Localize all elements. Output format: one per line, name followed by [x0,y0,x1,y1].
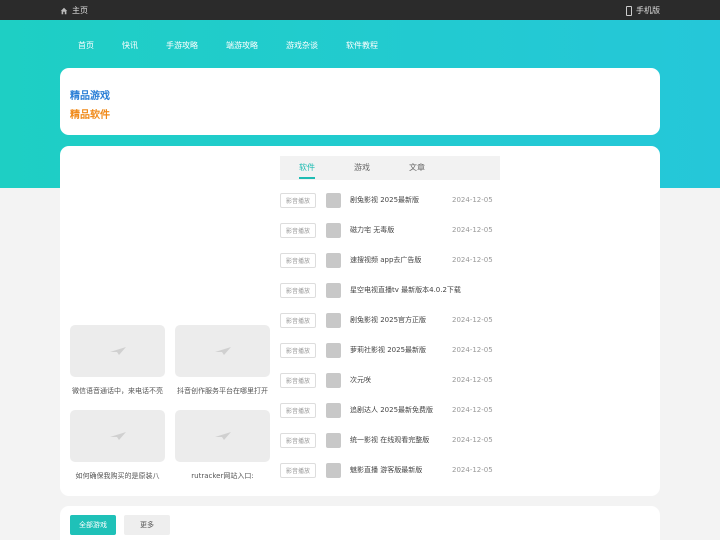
all-games-button[interactable]: 全部游戏 [70,515,116,535]
thumb-image [175,325,270,377]
list-item[interactable]: 影音播放 追剧达人 2025最新免费版 2024-12-05 [280,402,500,418]
category-games-link[interactable]: 精品游戏 [70,87,110,102]
nav-pc-guides[interactable]: 端游攻略 [226,38,258,53]
nav-game-talk[interactable]: 游戏杂谈 [286,38,318,53]
thumb-caption: 抖音创作服务平台在哪里打开 [177,387,268,395]
category-badge[interactable]: 影音播放 [280,222,316,238]
item-title[interactable]: 剧兔影视 2025官方正版 [350,315,450,325]
category-badge[interactable]: 影音播放 [280,312,316,328]
item-title[interactable]: 萝莉社影视 2025最新版 [350,345,450,355]
app-icon [326,312,341,328]
more-button[interactable]: 更多 [124,515,170,535]
nav-software-tutorials[interactable]: 软件教程 [346,38,378,53]
category-card: 精品游戏 精品软件 [60,68,660,135]
app-icon [326,432,341,448]
item-date: 2024-12-05 [452,436,493,444]
tab-software[interactable]: 软件 [299,162,315,173]
category-badge[interactable]: 影音播放 [280,462,316,478]
item-date: 2024-12-05 [452,256,493,264]
tab-articles[interactable]: 文章 [409,162,425,173]
item-title[interactable]: 磁力宅 无毒版 [350,225,450,235]
list-item[interactable]: 影音播放 萝莉社影视 2025最新版 2024-12-05 [280,342,500,358]
item-date: 2024-12-05 [452,376,493,384]
nav-news[interactable]: 快讯 [122,38,138,53]
category-badge[interactable]: 影音播放 [280,342,316,358]
item-date: 2024-12-05 [452,466,493,474]
top-bar: 主页 手机版 [0,0,720,20]
app-icon [326,222,341,238]
item-date: 2024-12-05 [452,196,493,204]
category-badge[interactable]: 影音播放 [280,282,316,298]
app-icon [326,342,341,358]
nav-mobile-guides[interactable]: 手游攻略 [166,38,198,53]
thumb-image [70,410,165,462]
placeholder-plane-icon [214,347,231,355]
list-item[interactable]: 影音播放 魅影直播 游客版最新版 2024-12-05 [280,462,500,478]
list-item[interactable]: 影音播放 次元咲 2024-12-05 [280,372,500,388]
item-date: 2024-12-05 [452,316,493,324]
nav-home[interactable]: 首页 [78,38,94,53]
thumb-caption: 微信语音通话中，来电话不亮 [72,387,163,395]
app-icon [326,252,341,268]
list-item[interactable]: 影音播放 磁力宅 无毒版 2024-12-05 [280,222,500,238]
category-badge[interactable]: 影音播放 [280,432,316,448]
thumb-item[interactable]: 如何确保我购买的是原装八 [70,410,165,481]
app-icon [326,462,341,478]
placeholder-plane-icon [109,432,126,440]
category-badge[interactable]: 影音播放 [280,252,316,268]
list-item[interactable]: 影音播放 星空电视直播tv 最新版本4.0.2下载 [280,282,500,298]
tab-games[interactable]: 游戏 [354,162,370,173]
item-title[interactable]: 魅影直播 游客版最新版 [350,465,450,475]
app-icon [326,282,341,298]
home-icon [60,7,68,14]
item-title[interactable]: 速搜视频 app去广告版 [350,255,450,265]
content-tabs: 软件 游戏 文章 [280,156,500,180]
active-tab-underline [299,177,315,179]
mobile-version-link[interactable]: 手机版 [626,5,660,16]
category-badge[interactable]: 影音播放 [280,372,316,388]
thumb-item[interactable]: 微信语音通话中，来电话不亮 [70,325,165,396]
placeholder-plane-icon [109,347,126,355]
app-icon [326,372,341,388]
item-title[interactable]: 追剧达人 2025最新免费版 [350,405,450,415]
list-item[interactable]: 影音播放 剧兔影视 2025最新版 2024-12-05 [280,192,500,208]
item-title[interactable]: 星空电视直播tv 最新版本4.0.2下载 [350,285,461,295]
bottom-card: 全部游戏 更多 [60,506,660,540]
category-software-link[interactable]: 精品软件 [70,106,110,121]
item-date: 2024-12-05 [452,226,493,234]
thumb-caption: rutracker网站入口: [191,472,254,480]
home-link[interactable]: 主页 [60,5,88,16]
item-date: 2024-12-05 [452,346,493,354]
app-icon [326,192,341,208]
content-card: 微信语音通话中，来电话不亮 抖音创作服务平台在哪里打开 如何确保我购买的是原装八… [60,146,660,496]
main-nav: 首页 快讯 手游攻略 端游攻略 游戏杂谈 软件教程 [78,38,406,53]
item-title[interactable]: 次元咲 [350,375,450,385]
list-item[interactable]: 影音播放 统一影视 在线观看完整版 2024-12-05 [280,432,500,448]
item-title[interactable]: 剧兔影视 2025最新版 [350,195,450,205]
list-item[interactable]: 影音播放 速搜视频 app去广告版 2024-12-05 [280,252,500,268]
thumb-item[interactable]: 抖音创作服务平台在哪里打开 [175,325,270,396]
thumb-caption: 如何确保我购买的是原装八 [75,472,160,480]
thumb-item[interactable]: rutracker网站入口: [175,410,270,481]
home-label: 主页 [72,6,88,15]
list-item[interactable]: 影音播放 剧兔影视 2025官方正版 2024-12-05 [280,312,500,328]
thumb-image [175,410,270,462]
phone-icon [626,5,632,16]
item-title[interactable]: 统一影视 在线观看完整版 [350,435,450,445]
thumb-image [70,325,165,377]
category-badge[interactable]: 影音播放 [280,402,316,418]
app-icon [326,402,341,418]
placeholder-plane-icon [214,432,231,440]
mobile-label: 手机版 [636,6,660,15]
category-badge[interactable]: 影音播放 [280,192,316,208]
item-date: 2024-12-05 [452,406,493,414]
